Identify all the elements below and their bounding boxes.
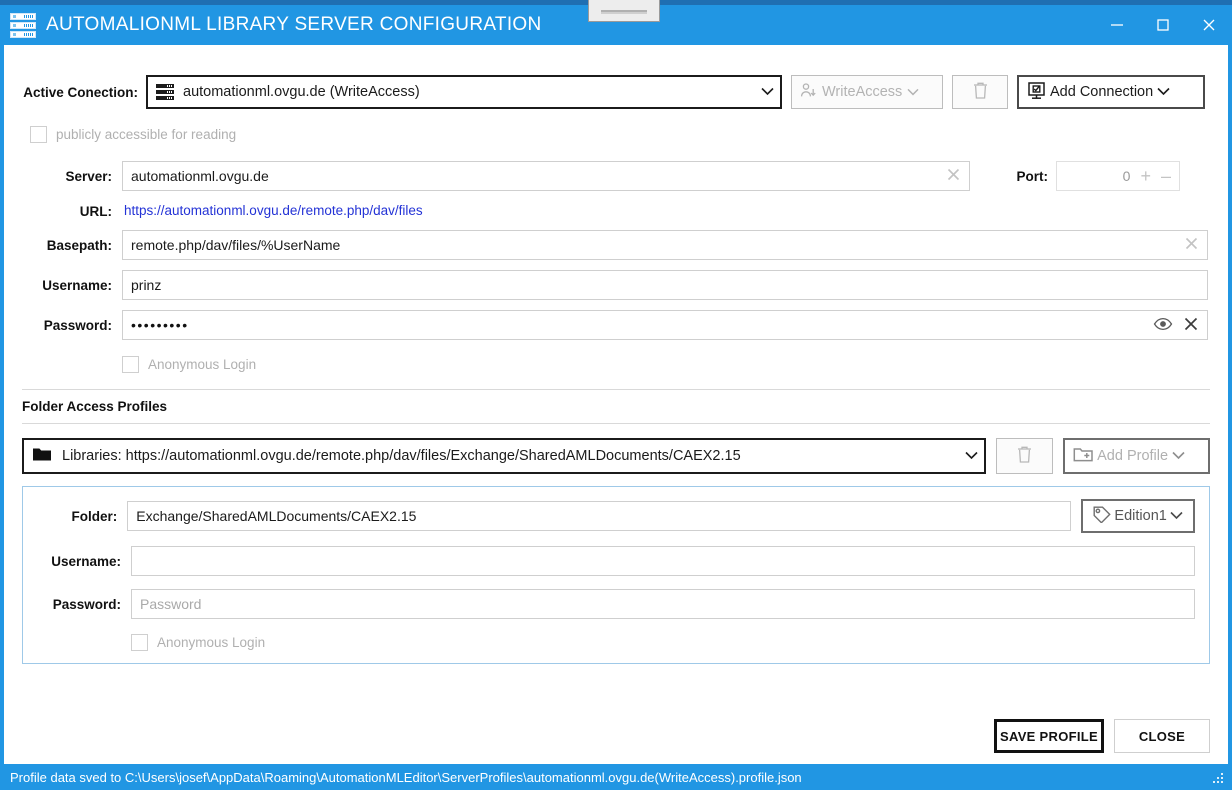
window-controls — [1094, 5, 1232, 45]
profile-username-row: Username: — [35, 546, 1195, 576]
profile-folder-row: Folder: Exchange/SharedAMLDocuments/CAEX… — [35, 499, 1195, 533]
maximize-icon[interactable] — [1140, 5, 1186, 45]
basepath-input[interactable]: remote.php/dav/files/%UserName — [122, 230, 1208, 260]
port-stepper[interactable]: 0 + – — [1056, 161, 1180, 191]
server-value: automationml.ovgu.de — [131, 168, 269, 184]
profile-folder-input[interactable]: Exchange/SharedAMLDocuments/CAEX2.15 — [127, 501, 1072, 531]
anonymous-login-row: Anonymous Login — [122, 356, 1210, 373]
password-row: Password: ••••••••• — [22, 310, 1210, 340]
server-input[interactable]: automationml.ovgu.de — [122, 161, 970, 191]
publicly-accessible-checkbox[interactable] — [30, 126, 47, 143]
password-value: ••••••••• — [131, 317, 189, 333]
active-connection-label: Active Conection: — [23, 84, 138, 100]
username-input[interactable]: prinz — [122, 270, 1208, 300]
url-link[interactable]: https://automationml.ovgu.de/remote.php/… — [124, 203, 423, 218]
port-decrement-icon[interactable]: – — [1161, 166, 1171, 187]
profile-password-row: Password: Password — [35, 589, 1195, 619]
profile-username-label: Username: — [51, 553, 121, 569]
resize-grip-icon[interactable] — [1212, 770, 1226, 784]
section-divider-top — [22, 389, 1210, 390]
publicly-accessible-label: publicly accessible for reading — [56, 127, 237, 142]
user-download-icon — [800, 82, 817, 103]
folder-profile-value: Libraries: https://automationml.ovgu.de/… — [62, 448, 741, 464]
eye-icon[interactable] — [1147, 317, 1173, 334]
server-label: Server: — [65, 168, 112, 184]
tag-icon — [1093, 506, 1112, 527]
minimize-icon[interactable] — [1094, 5, 1140, 45]
chevron-down-icon — [1157, 84, 1170, 100]
profile-password-label: Password: — [52, 596, 121, 612]
password-input[interactable]: ••••••••• — [122, 310, 1208, 340]
status-bar: Profile data sved to C:\Users\josef\AppD… — [0, 764, 1232, 790]
add-connection-icon — [1027, 81, 1046, 104]
profile-detail-panel: Folder: Exchange/SharedAMLDocuments/CAEX… — [22, 486, 1210, 664]
folder-profiles-section-title: Folder Access Profiles — [22, 399, 168, 414]
profile-password-placeholder: Password — [140, 596, 202, 612]
profile-folder-label: Folder: — [71, 508, 118, 524]
window-title: AUTOMALIONML LIBRARY SERVER CONFIGURATIO… — [46, 14, 542, 35]
dialog-content: Active Conection: automationml.ovgu.de (… — [0, 45, 1232, 708]
add-profile-button[interactable]: Add Profile — [1063, 438, 1210, 474]
port-increment-icon[interactable]: + — [1140, 166, 1151, 187]
username-value: prinz — [131, 277, 162, 293]
section-divider-bottom — [22, 423, 1210, 424]
url-row: URL: https://automationml.ovgu.de/remote… — [22, 202, 1210, 220]
port-value: 0 — [1122, 168, 1131, 184]
public-access-row: publicly accessible for reading — [30, 126, 1210, 143]
close-icon[interactable] — [1186, 5, 1232, 45]
active-connection-row: Active Conection: automationml.ovgu.de (… — [22, 75, 1210, 109]
status-message: Profile data sved to C:\Users\josef\AppD… — [10, 769, 802, 785]
delete-connection-button[interactable] — [952, 75, 1008, 109]
chevron-down-icon — [1170, 508, 1183, 524]
server-row: Server: automationml.ovgu.de Port: 0 + – — [22, 161, 1210, 191]
clear-x-icon[interactable] — [1178, 236, 1199, 254]
dialog-footer: SAVE PROFILE CLOSE — [0, 708, 1232, 764]
access-level-dropdown[interactable]: WriteAccess — [791, 75, 943, 109]
username-row: Username: prinz — [22, 270, 1210, 300]
profile-selector-row: Libraries: https://automationml.ovgu.de/… — [22, 438, 1210, 474]
anonymous-login-checkbox[interactable] — [122, 356, 139, 373]
basepath-value: remote.php/dav/files/%UserName — [131, 237, 341, 253]
profile-folder-value: Exchange/SharedAMLDocuments/CAEX2.15 — [136, 508, 417, 524]
save-profile-button[interactable]: SAVE PROFILE — [994, 719, 1104, 753]
profile-anonymous-login-label: Anonymous Login — [157, 635, 266, 650]
add-folder-icon — [1073, 446, 1093, 467]
active-connection-combo[interactable]: automationml.ovgu.de (WriteAccess) — [146, 75, 782, 109]
username-label: Username: — [42, 277, 112, 293]
server-configuration-window: AUTOMALIONML LIBRARY SERVER CONFIGURATIO… — [0, 0, 1232, 790]
active-connection-value: automationml.ovgu.de (WriteAccess) — [183, 84, 420, 100]
close-button[interactable]: CLOSE — [1114, 719, 1210, 753]
chevron-down-icon — [907, 84, 919, 100]
background-window-fragment[interactable] — [588, 0, 660, 22]
server-rack-icon — [10, 12, 36, 38]
clear-x-icon[interactable] — [940, 167, 961, 185]
add-profile-label: Add Profile — [1097, 448, 1169, 464]
chevron-down-icon — [753, 84, 774, 100]
url-label: URL: — [79, 203, 112, 219]
access-level-value: WriteAccess — [822, 84, 903, 100]
chevron-down-icon — [1172, 448, 1185, 464]
anonymous-login-label: Anonymous Login — [148, 357, 257, 372]
profile-username-input[interactable] — [131, 546, 1195, 576]
trash-icon — [972, 81, 989, 104]
profile-anonymous-login-checkbox[interactable] — [131, 634, 148, 651]
edition-value: Edition1 — [1114, 508, 1167, 524]
port-label: Port: — [1016, 168, 1049, 184]
edition-dropdown[interactable]: Edition1 — [1081, 499, 1195, 533]
add-connection-button[interactable]: Add Connection — [1017, 75, 1205, 109]
chevron-down-icon — [957, 448, 978, 464]
delete-profile-button[interactable] — [995, 438, 1054, 474]
profile-password-input[interactable]: Password — [131, 589, 1195, 619]
trash-icon — [1016, 445, 1033, 468]
basepath-label: Basepath: — [46, 237, 112, 253]
clear-x-icon[interactable] — [1173, 316, 1199, 335]
add-connection-label: Add Connection — [1050, 84, 1154, 100]
profile-anonymous-login-row: Anonymous Login — [131, 634, 1195, 651]
folder-profile-combo[interactable]: Libraries: https://automationml.ovgu.de/… — [22, 438, 986, 474]
password-label: Password: — [43, 317, 112, 333]
basepath-row: Basepath: remote.php/dav/files/%UserName — [22, 230, 1210, 260]
folder-icon — [32, 446, 52, 466]
server-rack-icon — [156, 84, 174, 100]
